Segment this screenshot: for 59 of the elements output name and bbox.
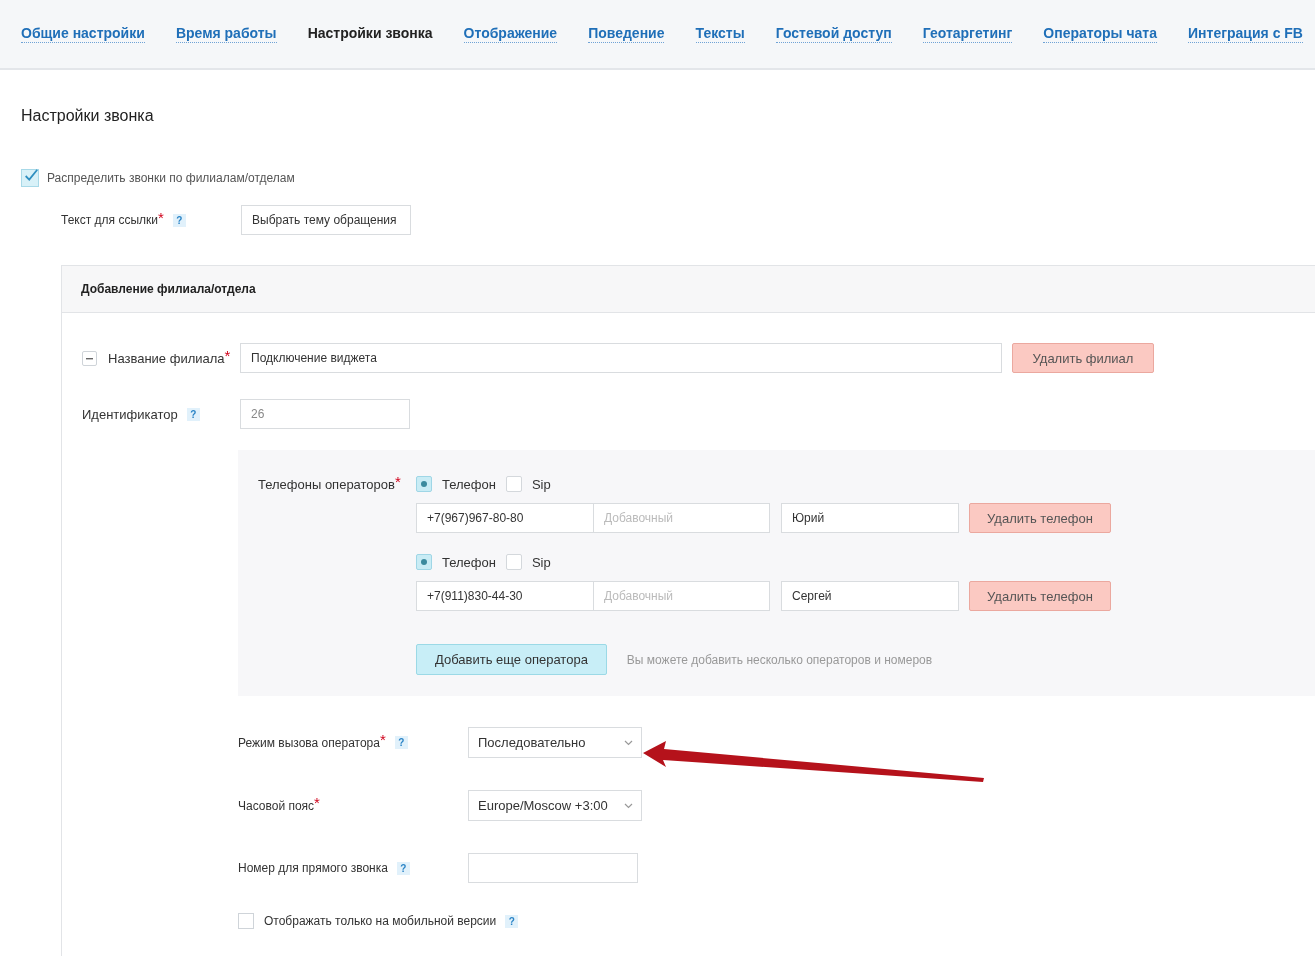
- settings-tab[interactable]: Общие настройки: [21, 25, 145, 43]
- operator-name-field[interactable]: Юрий: [781, 503, 959, 533]
- field-label: Номер для прямого звонка: [238, 861, 388, 875]
- field-label: Телефоны операторов: [258, 476, 395, 492]
- extension-field[interactable]: Добавочный: [593, 581, 770, 611]
- settings-tab[interactable]: Отображение: [463, 25, 558, 43]
- input-field[interactable]: Подключение виджета: [240, 343, 1002, 373]
- page-title: Настройки звонка: [21, 106, 154, 126]
- field-label: Название филиала: [108, 350, 225, 366]
- required-mark: *: [394, 472, 401, 490]
- settings-tab[interactable]: Гостевой доступ: [775, 25, 892, 43]
- extension-field[interactable]: Добавочный: [593, 503, 770, 533]
- input-field[interactable]: Выбрать тему обращения: [241, 205, 411, 235]
- required-mark: *: [157, 208, 164, 226]
- settings-tab[interactable]: Интеграция с FB: [1188, 25, 1303, 43]
- phone-field[interactable]: +7(911)830-44-30: [416, 581, 594, 611]
- settings-tab[interactable]: Операторы чата: [1043, 25, 1157, 43]
- settings-tab[interactable]: Время работы: [175, 25, 277, 43]
- settings-tab[interactable]: Настройки звонка: [307, 25, 433, 43]
- field-label: Идентификатор: [82, 406, 178, 422]
- required-mark: *: [314, 794, 320, 811]
- settings-tab[interactable]: Геотаргетинг: [922, 25, 1013, 43]
- checkbox[interactable]: [238, 913, 254, 929]
- radio-label: Телефон: [442, 554, 496, 570]
- panel-header: Добавление филиала/отдела: [62, 266, 1315, 313]
- chevron-down-icon: [624, 739, 633, 746]
- checkbox[interactable]: [21, 169, 39, 187]
- hint-text: Вы можете добавить несколько операторов и номеров: [626, 652, 933, 667]
- radio-label: Sip: [531, 476, 551, 492]
- help-icon[interactable]: ?: [396, 861, 410, 875]
- delete-branch-button[interactable]: Удалить филиал: [1012, 343, 1154, 373]
- delete-phone-button[interactable]: Удалить телефон: [969, 581, 1111, 611]
- add-operator-button[interactable]: Добавить еще оператора: [416, 644, 607, 675]
- radio-label: Телефон: [442, 476, 496, 492]
- radio-label: Sip: [531, 554, 551, 570]
- checkbox-label: Распределить звонки по филиалам/отделам: [47, 171, 295, 185]
- radio-button[interactable]: [416, 476, 432, 492]
- phone-field[interactable]: +7(967)967-80-80: [416, 503, 594, 533]
- checkbox-label: Отображать только на мобильной версии: [264, 914, 497, 928]
- settings-tab[interactable]: Поведение: [588, 25, 665, 43]
- help-icon[interactable]: ?: [505, 914, 519, 928]
- field-label: Часовой пояс: [238, 798, 315, 813]
- collapse-icon[interactable]: [82, 350, 97, 366]
- radio-button[interactable]: [505, 476, 522, 492]
- help-icon[interactable]: ?: [394, 736, 408, 749]
- dropdown[interactable]: Europe/Moscow +3:00: [468, 790, 642, 821]
- required-mark: *: [379, 731, 386, 748]
- help-icon[interactable]: ?: [172, 213, 186, 227]
- delete-phone-button[interactable]: Удалить телефон: [969, 503, 1111, 533]
- radio-button[interactable]: [505, 554, 522, 570]
- dropdown[interactable]: Последовательно: [468, 727, 642, 758]
- field-label: Текст для ссылки: [61, 213, 158, 227]
- operator-name-field[interactable]: Сергей: [781, 581, 959, 611]
- settings-tab[interactable]: Тексты: [695, 25, 745, 43]
- chevron-down-icon: [624, 802, 633, 809]
- required-mark: *: [224, 346, 231, 364]
- field-label: Режим вызова оператора: [238, 735, 380, 750]
- radio-button[interactable]: [416, 554, 432, 570]
- input-field[interactable]: [468, 853, 638, 883]
